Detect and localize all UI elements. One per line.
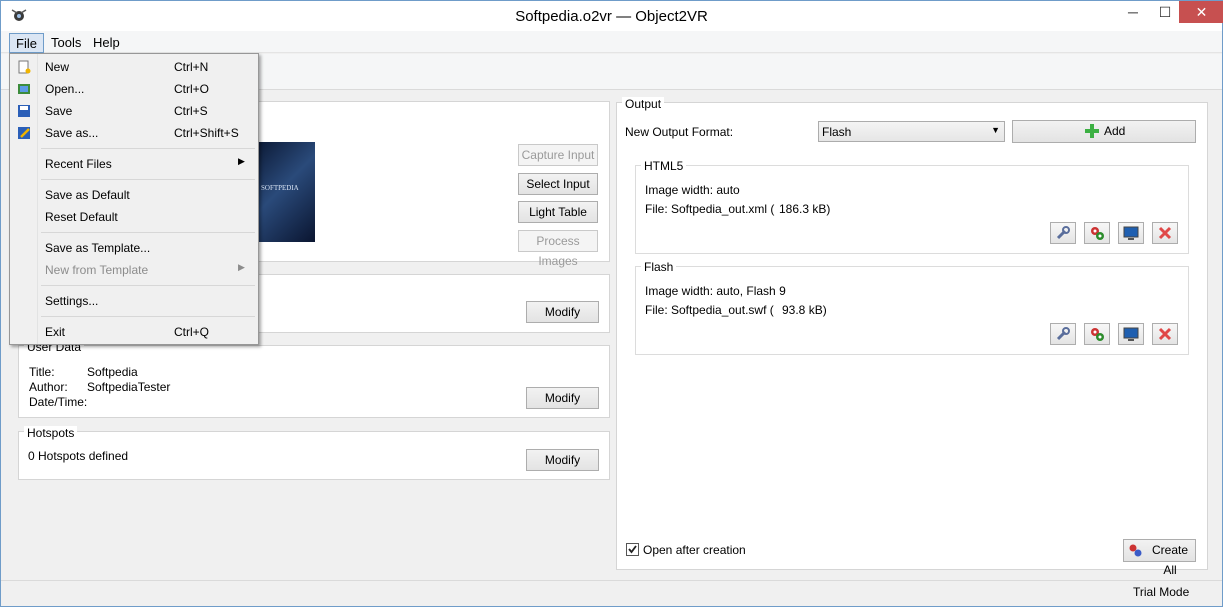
input-thumbnail[interactable]: SOFTPEDIA (257, 142, 315, 242)
flash-file: File: Softpedia_out.swf ( (645, 303, 774, 317)
title-value: Softpedia (87, 365, 138, 379)
menu-tools[interactable]: Tools (45, 33, 87, 53)
hotspots-count: 0 Hotspots defined (28, 449, 129, 463)
user-data-modify-button[interactable]: Modify (526, 387, 599, 409)
delete-icon (1158, 226, 1172, 240)
add-label: Add (1104, 124, 1126, 138)
create-all-button[interactable]: Create All (1123, 539, 1196, 577)
thumbnail-text: SOFTPEDIA (261, 184, 299, 192)
output-label: Output (622, 97, 665, 111)
flash-size: 93.8 kB) (782, 303, 827, 317)
menu-reset-default[interactable]: Reset Default (38, 206, 258, 228)
menu-icon-gutter (10, 54, 38, 344)
plus-icon (1085, 124, 1099, 138)
title-bar: Softpedia.o2vr — Object2VR ─ ☐ ✕ (1, 1, 1223, 31)
minimize-button[interactable]: ─ (1119, 1, 1147, 23)
menu-new-from-template[interactable]: New from Template ▶ (38, 259, 258, 281)
flash-settings-button[interactable] (1050, 323, 1076, 345)
maximize-button[interactable]: ☐ (1151, 1, 1179, 23)
title-label: Title: (29, 365, 55, 379)
html5-width: Image width: auto (645, 183, 740, 197)
menu-save[interactable]: Save Ctrl+S (38, 100, 258, 122)
menu-separator (41, 232, 255, 233)
save-as-icon (18, 127, 30, 139)
menu-save-as-template[interactable]: Save as Template... (38, 237, 258, 259)
light-table-button[interactable]: Light Table (518, 201, 598, 223)
hotspots-panel: Hotspots 0 Hotspots defined Modify (18, 426, 610, 480)
app-window: Softpedia.o2vr — Object2VR ─ ☐ ✕ File To… (0, 0, 1223, 607)
chevron-down-icon: ▼ (991, 125, 1000, 135)
submenu-arrow-icon: ▶ (238, 156, 245, 166)
hotspots-label: Hotspots (24, 426, 78, 440)
menu-new[interactable]: New Ctrl+N (38, 56, 258, 78)
trial-mode-status: Trial Mode (1133, 585, 1190, 599)
html5-file: File: Softpedia_out.xml ( (645, 202, 775, 216)
html5-settings-button[interactable] (1050, 222, 1076, 244)
new-file-icon (18, 60, 31, 74)
author-value: SoftpediaTester (87, 380, 171, 394)
html5-delete-button[interactable] (1152, 222, 1178, 244)
flash-width: Image width: auto, Flash 9 (645, 284, 786, 298)
format-label: New Output Format: (625, 125, 734, 139)
date-label: Date/Time: (29, 395, 88, 409)
flash-create-button[interactable] (1084, 323, 1110, 345)
gears-icon (1091, 328, 1104, 341)
format-select[interactable]: Flash ▼ (818, 121, 1005, 142)
menu-settings[interactable]: Settings... (38, 290, 258, 312)
menu-separator (41, 148, 255, 149)
menu-open[interactable]: Open... Ctrl+O (38, 78, 258, 100)
status-bar: Trial Mode (1, 580, 1222, 606)
monitor-icon (1123, 226, 1139, 240)
menu-file[interactable]: File (9, 33, 44, 53)
menu-recent-files[interactable]: Recent Files ▶ (38, 153, 258, 175)
viewing-modify-button[interactable]: Modify (526, 301, 599, 323)
html5-create-button[interactable] (1084, 222, 1110, 244)
menu-save-as-default[interactable]: Save as Default (38, 184, 258, 206)
open-after-label: Open after creation (643, 543, 746, 557)
delete-icon (1158, 327, 1172, 341)
author-label: Author: (29, 380, 68, 394)
menu-save-as[interactable]: Save as... Ctrl+Shift+S (38, 122, 258, 144)
output-panel: Output New Output Format: Flash ▼ Add HT… (616, 97, 1208, 577)
flash-delete-button[interactable] (1152, 323, 1178, 345)
format-select-value: Flash (822, 125, 852, 139)
select-input-button[interactable]: Select Input (518, 173, 598, 195)
open-file-icon (18, 84, 30, 94)
wrench-icon (1056, 327, 1070, 341)
add-format-button[interactable]: Add (1012, 120, 1196, 143)
menu-separator (41, 316, 255, 317)
gears-icon (1129, 544, 1142, 557)
process-images-button[interactable]: Process Images (518, 230, 598, 268)
menu-separator (41, 285, 255, 286)
gears-icon (1091, 227, 1104, 240)
html5-size: 186.3 kB) (779, 202, 831, 216)
flash-preview-button[interactable] (1118, 323, 1144, 345)
html5-preview-button[interactable] (1118, 222, 1144, 244)
checkmark-icon (628, 545, 637, 554)
open-after-checkbox[interactable] (626, 543, 639, 556)
menu-exit[interactable]: Exit Ctrl+Q (38, 321, 258, 343)
flash-label: Flash (641, 260, 677, 274)
submenu-arrow-icon: ▶ (238, 262, 245, 272)
menu-bar: File Tools Help (1, 31, 1222, 53)
flash-output: Flash Image width: auto, Flash 9 File: S… (635, 260, 1189, 355)
menu-separator (41, 179, 255, 180)
create-all-label: Create All (1151, 543, 1189, 577)
user-data-panel: User Data Title: Softpedia Author: Softp… (18, 340, 610, 418)
close-button[interactable]: ✕ (1179, 1, 1223, 23)
file-dropdown-menu: New Ctrl+N Open... Ctrl+O Save Ctrl+S Save … (9, 53, 259, 345)
wrench-icon (1056, 226, 1070, 240)
capture-input-button[interactable]: Capture Input (518, 144, 598, 166)
save-icon (18, 105, 30, 117)
html5-output: HTML5 Image width: auto File: Softpedia_… (635, 159, 1189, 254)
menu-help[interactable]: Help (87, 33, 126, 53)
monitor-icon (1123, 327, 1139, 341)
html5-label: HTML5 (641, 159, 687, 173)
window-title: Softpedia.o2vr — Object2VR (515, 8, 708, 25)
hotspots-modify-button[interactable]: Modify (526, 449, 599, 471)
